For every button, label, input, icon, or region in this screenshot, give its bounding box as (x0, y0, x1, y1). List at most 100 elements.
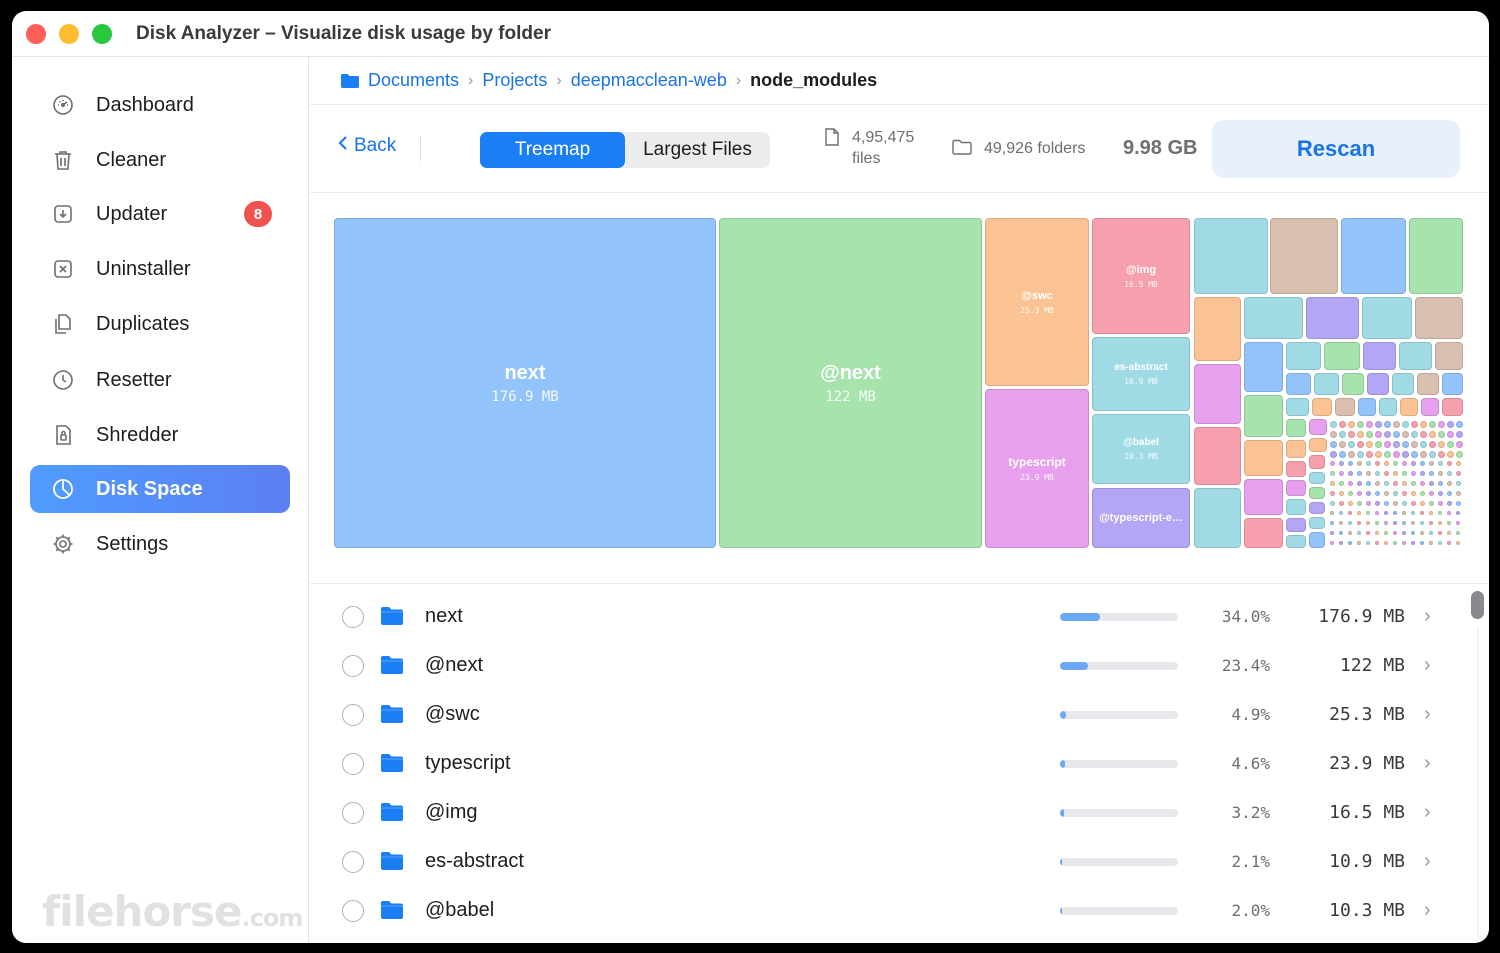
treemap-tile[interactable] (1456, 501, 1461, 506)
treemap-tile[interactable] (1402, 461, 1407, 466)
treemap-tile[interactable]: typescript 23.9 MB (985, 389, 1089, 548)
treemap-tile[interactable] (1286, 342, 1321, 370)
treemap-tile[interactable] (1375, 461, 1380, 466)
treemap-tile[interactable] (1456, 541, 1460, 545)
treemap-tile[interactable] (1384, 521, 1388, 525)
treemap-tile[interactable] (1330, 471, 1335, 476)
treemap-tile[interactable] (1286, 518, 1306, 532)
treemap-tile[interactable] (1420, 471, 1425, 476)
treemap-tile[interactable] (1366, 421, 1373, 428)
select-checkbox[interactable] (342, 850, 364, 873)
rescan-button[interactable]: Rescan (1212, 120, 1460, 178)
treemap-tile[interactable] (1357, 421, 1364, 428)
treemap-tile[interactable] (1402, 451, 1409, 458)
treemap-tile[interactable] (1348, 431, 1355, 438)
treemap-tile[interactable] (1429, 481, 1434, 486)
treemap-tile[interactable] (1384, 431, 1391, 438)
treemap-tile[interactable] (1366, 441, 1373, 448)
treemap-tile[interactable] (1411, 521, 1415, 525)
treemap-tile[interactable] (1339, 531, 1343, 535)
treemap-tile[interactable] (1420, 451, 1427, 458)
scrollbar-thumb[interactable] (1471, 591, 1484, 619)
treemap-tile[interactable] (1286, 398, 1309, 416)
treemap-tile[interactable] (1357, 481, 1362, 486)
treemap-tile[interactable] (1348, 441, 1355, 448)
treemap-tile[interactable] (1244, 395, 1283, 437)
treemap-tile[interactable] (1447, 481, 1452, 486)
tab-treemap[interactable]: Treemap (480, 132, 625, 168)
treemap-tile[interactable] (1438, 501, 1443, 506)
treemap-tile[interactable] (1429, 441, 1436, 448)
treemap-tile[interactable] (1411, 421, 1418, 428)
treemap-tile[interactable] (1363, 342, 1396, 370)
treemap-tile[interactable] (1270, 218, 1338, 294)
treemap-tile[interactable] (1417, 373, 1439, 395)
treemap-tile[interactable] (1375, 531, 1379, 535)
treemap-tile[interactable] (1429, 451, 1436, 458)
treemap-tile[interactable] (1447, 541, 1451, 545)
treemap-tile[interactable] (1384, 481, 1389, 486)
sidebar-item-resetter[interactable]: Resetter (30, 356, 290, 404)
treemap-tile[interactable] (1447, 421, 1454, 428)
treemap-tile[interactable] (1357, 541, 1361, 545)
back-button[interactable]: Back (338, 135, 396, 157)
treemap-tile[interactable] (1375, 441, 1382, 448)
treemap-tile[interactable] (1456, 451, 1463, 458)
treemap-tile[interactable] (1456, 471, 1461, 476)
treemap-tile[interactable] (1348, 511, 1352, 515)
treemap-tile[interactable] (1366, 431, 1373, 438)
treemap-tile[interactable]: es-abstract 10.9 MB (1092, 337, 1190, 411)
treemap-tile[interactable] (1409, 218, 1463, 294)
treemap-tile[interactable] (1393, 531, 1397, 535)
treemap-tile[interactable] (1366, 471, 1371, 476)
treemap-tile[interactable] (1348, 501, 1353, 506)
treemap-tile[interactable] (1339, 521, 1343, 525)
treemap-tile[interactable] (1411, 531, 1415, 535)
treemap-tile[interactable] (1375, 491, 1380, 496)
treemap-tile[interactable]: @next 122 MB (719, 218, 982, 548)
treemap-tile[interactable] (1348, 521, 1352, 525)
treemap-tile[interactable] (1286, 535, 1306, 548)
treemap-tile[interactable] (1324, 342, 1360, 370)
treemap-tile[interactable] (1339, 541, 1343, 545)
treemap-tile[interactable] (1438, 541, 1442, 545)
treemap-tile[interactable] (1244, 342, 1283, 392)
treemap-tile[interactable] (1357, 521, 1361, 525)
treemap-tile[interactable] (1375, 431, 1382, 438)
treemap-tile[interactable] (1420, 501, 1425, 506)
treemap-tile[interactable] (1348, 481, 1353, 486)
treemap-tile[interactable] (1339, 511, 1343, 515)
treemap-tile[interactable] (1402, 531, 1406, 535)
treemap-tile[interactable] (1342, 373, 1364, 395)
breadcrumb-project-folder[interactable]: deepmacclean-web (571, 70, 727, 91)
treemap-tile[interactable] (1330, 451, 1337, 458)
treemap-tile[interactable] (1402, 511, 1406, 515)
treemap-tile[interactable] (1375, 521, 1379, 525)
treemap-tile[interactable] (1375, 541, 1379, 545)
treemap-tile[interactable] (1400, 398, 1418, 416)
treemap-tile[interactable] (1375, 451, 1382, 458)
treemap-tile[interactable] (1438, 481, 1443, 486)
treemap-tile[interactable] (1392, 373, 1414, 395)
treemap-tile[interactable] (1357, 511, 1361, 515)
treemap-tile[interactable] (1429, 541, 1433, 545)
chevron-right-icon[interactable]: › (1424, 850, 1431, 873)
treemap-tile[interactable] (1429, 461, 1434, 466)
treemap-tile[interactable] (1384, 451, 1391, 458)
treemap-tile[interactable] (1429, 511, 1433, 515)
treemap-tile[interactable] (1420, 481, 1425, 486)
treemap-tile[interactable] (1339, 491, 1344, 496)
sidebar-item-updater[interactable]: Updater 8 (30, 190, 290, 238)
treemap-tile[interactable] (1402, 501, 1407, 506)
treemap-tile[interactable] (1348, 421, 1355, 428)
treemap-tile[interactable] (1447, 461, 1452, 466)
sidebar-item-uninstaller[interactable]: Uninstaller (30, 245, 290, 293)
treemap-tile[interactable] (1366, 491, 1371, 496)
treemap-tile[interactable] (1402, 441, 1409, 448)
treemap-tile[interactable] (1429, 501, 1434, 506)
close-window-button[interactable] (26, 23, 46, 44)
treemap-tile[interactable] (1438, 441, 1445, 448)
treemap-tile[interactable] (1438, 511, 1442, 515)
treemap-tile[interactable] (1438, 531, 1442, 535)
treemap-tile[interactable] (1309, 419, 1327, 435)
